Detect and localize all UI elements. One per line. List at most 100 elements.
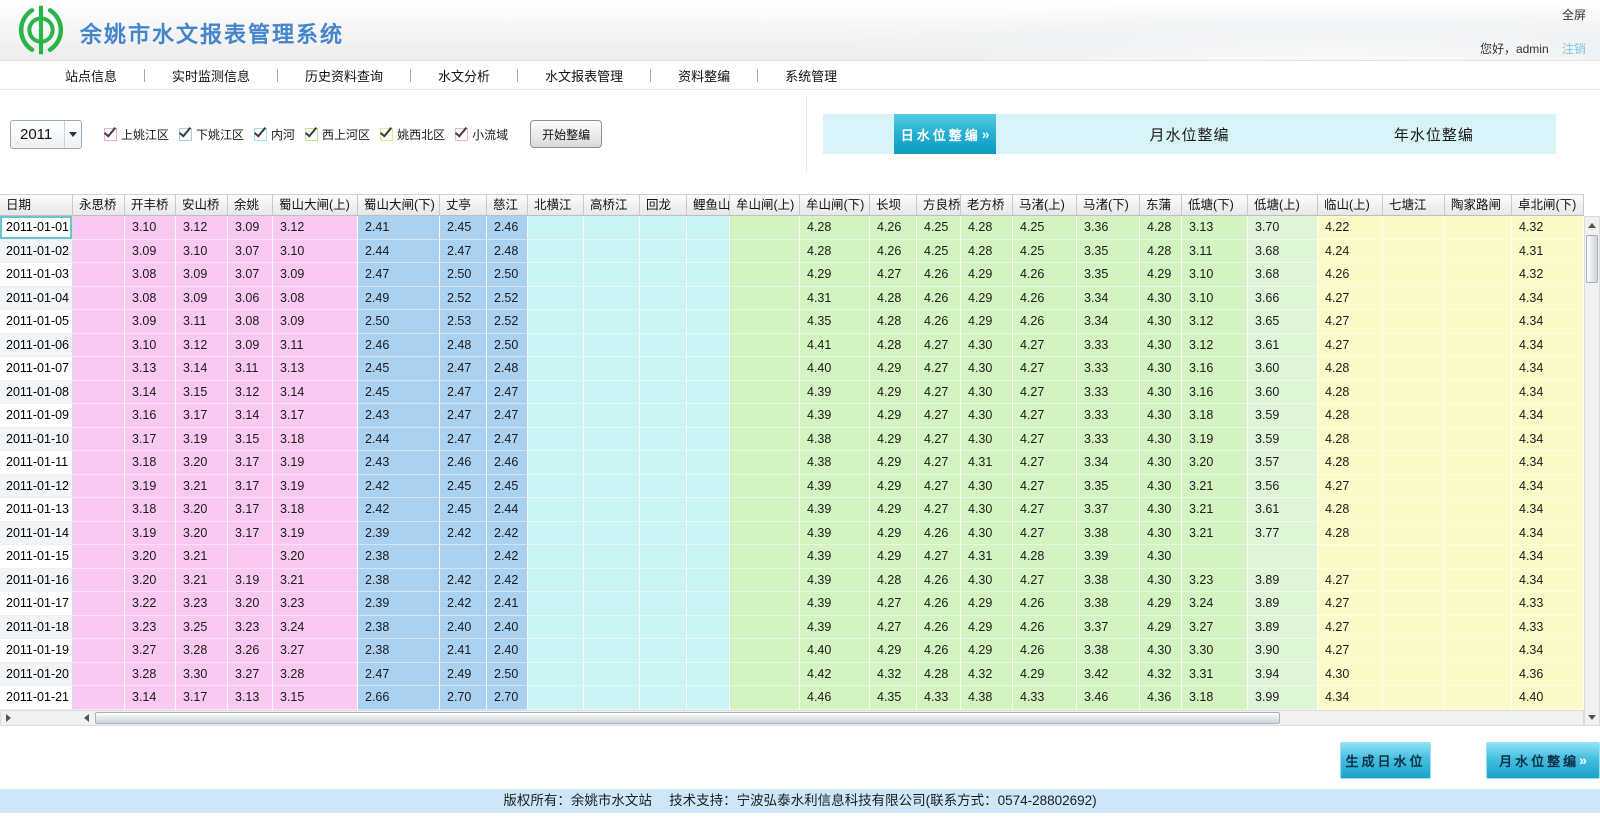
fullscreen-link[interactable]: 全屏: [1562, 6, 1586, 23]
value-cell[interactable]: [640, 592, 687, 616]
value-cell[interactable]: [730, 451, 800, 475]
value-cell[interactable]: [1383, 404, 1445, 428]
value-cell[interactable]: [1383, 334, 1445, 358]
value-cell[interactable]: 4.26: [1013, 592, 1077, 616]
value-cell[interactable]: 4.27: [870, 592, 917, 616]
value-cell[interactable]: 4.28: [1318, 404, 1383, 428]
date-cell[interactable]: 2011-01-15: [0, 545, 73, 569]
value-cell[interactable]: 3.68: [1248, 263, 1318, 287]
value-cell[interactable]: 3.23: [1182, 569, 1248, 593]
value-cell[interactable]: 4.26: [917, 639, 961, 663]
value-cell[interactable]: 3.10: [176, 240, 228, 264]
checkbox[interactable]: [179, 128, 192, 141]
value-cell[interactable]: 4.41: [800, 334, 870, 358]
value-cell[interactable]: [584, 216, 640, 240]
value-cell[interactable]: 4.46: [800, 686, 870, 710]
value-cell[interactable]: 4.30: [961, 498, 1013, 522]
value-cell[interactable]: [1383, 663, 1445, 687]
value-cell[interactable]: 3.20: [273, 545, 358, 569]
value-cell[interactable]: 3.11: [1182, 240, 1248, 264]
value-cell[interactable]: [584, 592, 640, 616]
nav-item-4[interactable]: 水文分析: [411, 66, 517, 85]
value-cell[interactable]: 2.47: [487, 381, 528, 405]
value-cell[interactable]: 3.09: [273, 263, 358, 287]
value-cell[interactable]: 4.29: [870, 451, 917, 475]
value-cell[interactable]: [730, 381, 800, 405]
value-cell[interactable]: 4.29: [870, 639, 917, 663]
value-cell[interactable]: 3.34: [1077, 287, 1140, 311]
value-cell[interactable]: 3.16: [1182, 381, 1248, 405]
date-cell[interactable]: 2011-01-10: [0, 428, 73, 452]
value-cell[interactable]: 3.27: [228, 663, 273, 687]
value-cell[interactable]: 3.10: [125, 216, 176, 240]
value-cell[interactable]: 4.26: [917, 522, 961, 546]
value-cell[interactable]: [584, 545, 640, 569]
value-cell[interactable]: 4.30: [961, 569, 1013, 593]
value-cell[interactable]: [73, 428, 125, 452]
value-cell[interactable]: [73, 498, 125, 522]
value-cell[interactable]: 4.39: [800, 545, 870, 569]
value-cell[interactable]: 3.12: [273, 216, 358, 240]
value-cell[interactable]: 4.30: [1140, 545, 1182, 569]
region-checkbox-2[interactable]: 下姚江区: [179, 126, 244, 143]
value-cell[interactable]: 4.27: [1318, 592, 1383, 616]
value-cell[interactable]: 4.29: [1140, 616, 1182, 640]
value-cell[interactable]: [584, 334, 640, 358]
value-cell[interactable]: 4.34: [1512, 522, 1584, 546]
value-cell[interactable]: 3.27: [125, 639, 176, 663]
value-cell[interactable]: [73, 545, 125, 569]
value-cell[interactable]: 3.20: [125, 569, 176, 593]
date-cell[interactable]: 2011-01-20: [0, 663, 73, 687]
value-cell[interactable]: 4.26: [917, 616, 961, 640]
value-cell[interactable]: [687, 404, 730, 428]
value-cell[interactable]: 3.10: [125, 334, 176, 358]
value-cell[interactable]: [528, 616, 584, 640]
value-cell[interactable]: [730, 240, 800, 264]
value-cell[interactable]: 3.89: [1248, 592, 1318, 616]
value-cell[interactable]: 4.32: [1140, 663, 1182, 687]
value-cell[interactable]: 3.19: [273, 451, 358, 475]
value-cell[interactable]: 3.11: [273, 334, 358, 358]
value-cell[interactable]: 4.28: [1140, 240, 1182, 264]
date-cell[interactable]: 2011-01-12: [0, 475, 73, 499]
value-cell[interactable]: [584, 287, 640, 311]
value-cell[interactable]: [584, 498, 640, 522]
value-cell[interactable]: [73, 287, 125, 311]
value-cell[interactable]: [584, 451, 640, 475]
value-cell[interactable]: 2.52: [487, 310, 528, 334]
value-cell[interactable]: 2.45: [440, 498, 487, 522]
value-cell[interactable]: 4.27: [1318, 616, 1383, 640]
value-cell[interactable]: 3.38: [1077, 569, 1140, 593]
value-cell[interactable]: 4.30: [1140, 639, 1182, 663]
value-cell[interactable]: 4.27: [870, 263, 917, 287]
value-cell[interactable]: 2.41: [487, 592, 528, 616]
value-cell[interactable]: [584, 663, 640, 687]
nav-item-7[interactable]: 系统管理: [758, 66, 864, 85]
value-cell[interactable]: 3.07: [228, 263, 273, 287]
value-cell[interactable]: [528, 287, 584, 311]
value-cell[interactable]: 3.36: [1077, 216, 1140, 240]
value-cell[interactable]: [730, 592, 800, 616]
value-cell[interactable]: 3.77: [1248, 522, 1318, 546]
value-cell[interactable]: 4.29: [870, 498, 917, 522]
value-cell[interactable]: [1445, 592, 1512, 616]
value-cell[interactable]: 4.34: [1512, 357, 1584, 381]
value-cell[interactable]: 4.31: [961, 451, 1013, 475]
year-dropdown-button[interactable]: [64, 121, 81, 148]
value-cell[interactable]: 3.09: [228, 334, 273, 358]
value-cell[interactable]: [528, 663, 584, 687]
value-cell[interactable]: [1445, 522, 1512, 546]
value-cell[interactable]: 4.31: [800, 287, 870, 311]
nav-item-3[interactable]: 历史资料查询: [278, 66, 410, 85]
value-cell[interactable]: 3.07: [228, 240, 273, 264]
value-cell[interactable]: 4.31: [961, 545, 1013, 569]
value-cell[interactable]: 3.18: [273, 498, 358, 522]
value-cell[interactable]: [730, 216, 800, 240]
start-compile-button[interactable]: 开始整编: [530, 120, 602, 148]
vertical-scrollbar-thumb[interactable]: [1586, 235, 1598, 283]
value-cell[interactable]: 2.45: [440, 216, 487, 240]
date-cell[interactable]: 2011-01-01: [0, 216, 73, 240]
value-cell[interactable]: 2.45: [358, 381, 440, 405]
value-cell[interactable]: [73, 663, 125, 687]
value-cell[interactable]: [730, 263, 800, 287]
